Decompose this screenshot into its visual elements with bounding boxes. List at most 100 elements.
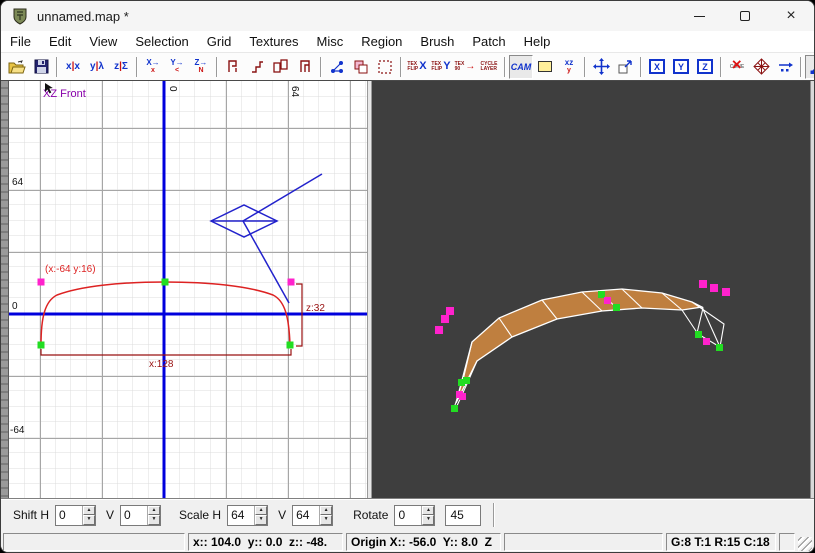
- patch-weld-button[interactable]: [749, 55, 773, 79]
- spin-up-button[interactable]: ▲: [83, 505, 96, 515]
- brush-tool-2-button[interactable]: [245, 55, 269, 79]
- flip-x-button[interactable]: x|x: [61, 55, 85, 79]
- menu-brush[interactable]: Brush: [411, 32, 463, 51]
- menu-file[interactable]: File: [1, 32, 40, 51]
- clone-brush-button[interactable]: [349, 55, 373, 79]
- brush-tool-4-button[interactable]: [293, 55, 317, 79]
- toolbar-separator: [504, 56, 506, 77]
- spin-down-button[interactable]: ▼: [148, 515, 161, 525]
- control-point-magenta[interactable]: [37, 278, 45, 286]
- texture-rotate-90-button[interactable]: TEX 90 →: [453, 55, 477, 79]
- toolbar-separator: [720, 56, 722, 77]
- lock-y-button[interactable]: Y: [669, 55, 693, 79]
- selection-box-button[interactable]: [373, 55, 397, 79]
- patch-insert-button[interactable]: [773, 55, 797, 79]
- vertex-mode-icon: [331, 60, 343, 73]
- status-panel-empty: [504, 533, 663, 551]
- toolbar-separator: [320, 56, 322, 77]
- brush-tool-3-button[interactable]: [269, 55, 293, 79]
- spin-down-button[interactable]: ▼: [83, 515, 96, 525]
- rotate-label: Rotate: [353, 508, 389, 522]
- shift-h-stepper[interactable]: 0 ▲ ▼: [55, 504, 97, 526]
- edge-mode-button[interactable]: [805, 54, 814, 79]
- title-bar[interactable]: unnamed.map * ×: [1, 1, 814, 31]
- ortho-2d-view[interactable]: 64 0 -64 0 64 XZ Front x:128 z:32 (x:-64…: [9, 81, 367, 498]
- texture-flip-y-button[interactable]: TEX FLIP Y: [429, 55, 453, 79]
- camera-view-button[interactable]: CAM: [509, 54, 533, 79]
- cone-disable-button[interactable]: CONE ×: [725, 55, 749, 79]
- rotate-value[interactable]: 0: [395, 506, 421, 525]
- free-move-button[interactable]: [589, 55, 613, 79]
- spin-down-button[interactable]: ▼: [422, 515, 435, 525]
- menu-help[interactable]: Help: [515, 32, 560, 51]
- menu-textures[interactable]: Textures: [240, 32, 307, 51]
- open-folder-icon: [8, 59, 26, 73]
- open-button[interactable]: [5, 55, 29, 79]
- ortho-2d-canvas[interactable]: 64 0 -64 0 64 XZ Front x:128 z:32 (x:-64…: [9, 81, 367, 498]
- brush-tool-1-button[interactable]: [221, 55, 245, 79]
- scale-v-value[interactable]: 64: [293, 506, 319, 525]
- cycle-layer-button[interactable]: CYCLE LAYER: [477, 55, 501, 79]
- close-button[interactable]: ×: [768, 1, 814, 31]
- spin-down-button[interactable]: ▼: [320, 515, 333, 525]
- lock-z-button[interactable]: Z: [693, 55, 717, 79]
- menu-view[interactable]: View: [80, 32, 126, 51]
- flip-z-button[interactable]: z|Σ: [109, 55, 133, 79]
- menu-patch[interactable]: Patch: [463, 32, 514, 51]
- spin-up-button[interactable]: ▲: [422, 505, 435, 515]
- scale-h-stepper[interactable]: 64 ▲ ▼: [227, 504, 269, 526]
- minimize-button[interactable]: [676, 1, 722, 31]
- spin-up-button[interactable]: ▲: [148, 505, 161, 515]
- menu-edit[interactable]: Edit: [40, 32, 80, 51]
- minimize-icon: [693, 15, 705, 17]
- menu-selection[interactable]: Selection: [126, 32, 197, 51]
- dimension-height-label: z:32: [306, 303, 325, 314]
- close-icon: ×: [786, 7, 796, 24]
- menu-misc[interactable]: Misc: [308, 32, 353, 51]
- control-point-green[interactable]: [161, 278, 169, 286]
- toggle-views-button[interactable]: xz y: [557, 55, 581, 79]
- shift-h-value[interactable]: 0: [56, 506, 82, 525]
- popout-window-button[interactable]: [613, 55, 637, 79]
- shift-v-value[interactable]: 0: [121, 506, 147, 525]
- scale-h-value[interactable]: 64: [228, 506, 254, 525]
- spin-up-button[interactable]: ▲: [320, 505, 333, 515]
- toolbar: x|x y|λ z|Σ X→ x Y→ < Z→ N TEX FLIP X TE…: [1, 53, 814, 81]
- resize-grip[interactable]: [798, 537, 812, 551]
- work-area: 64 0 -64 0 64 XZ Front x:128 z:32 (x:-64…: [1, 81, 814, 498]
- spin-down-button[interactable]: ▼: [255, 515, 268, 525]
- brush-tool-2-icon: [251, 61, 263, 73]
- toolbar-separator: [800, 56, 802, 77]
- save-button[interactable]: [29, 55, 53, 79]
- lock-x-button[interactable]: X: [645, 55, 669, 79]
- window-layout-button[interactable]: [533, 55, 557, 79]
- control-point-green[interactable]: [286, 341, 294, 349]
- right-edge-strip: [810, 81, 814, 498]
- scale-h-label: Scale H: [179, 508, 222, 522]
- menu-grid[interactable]: Grid: [198, 32, 241, 51]
- camera-3d-view[interactable]: [372, 81, 810, 498]
- control-point-magenta[interactable]: [287, 278, 295, 286]
- patch-insert-icon: [778, 62, 793, 72]
- point-coordinate-label: (x:-64 y:16): [45, 264, 96, 275]
- camera-3d-canvas[interactable]: [372, 81, 810, 498]
- rotate-y-button[interactable]: Y→ <: [165, 55, 189, 79]
- maximize-button[interactable]: [722, 1, 768, 31]
- lock-z-icon: Z: [697, 59, 713, 74]
- spin-up-button[interactable]: ▲: [255, 505, 268, 515]
- toolbar-separator: [216, 56, 218, 77]
- cone-icon: CONE ×: [729, 54, 745, 74]
- texture-flip-x-button[interactable]: TEX FLIP X: [405, 55, 429, 79]
- grid-major: [9, 81, 367, 498]
- vertex-mode-button[interactable]: [325, 55, 349, 79]
- shift-v-stepper[interactable]: 0 ▲ ▼: [120, 504, 162, 526]
- rotate-z-button[interactable]: Z→ N: [189, 55, 213, 79]
- menu-region[interactable]: Region: [352, 32, 411, 51]
- flip-y-button[interactable]: y|λ: [85, 55, 109, 79]
- control-point-green[interactable]: [37, 341, 45, 349]
- scale-v-stepper[interactable]: 64 ▲ ▼: [292, 504, 334, 526]
- dimension-width-label: x:128: [149, 359, 174, 370]
- rotate-step-field[interactable]: 45: [445, 504, 482, 526]
- rotate-x-button[interactable]: X→ x: [141, 55, 165, 79]
- rotate-stepper[interactable]: 0 ▲ ▼: [394, 504, 436, 526]
